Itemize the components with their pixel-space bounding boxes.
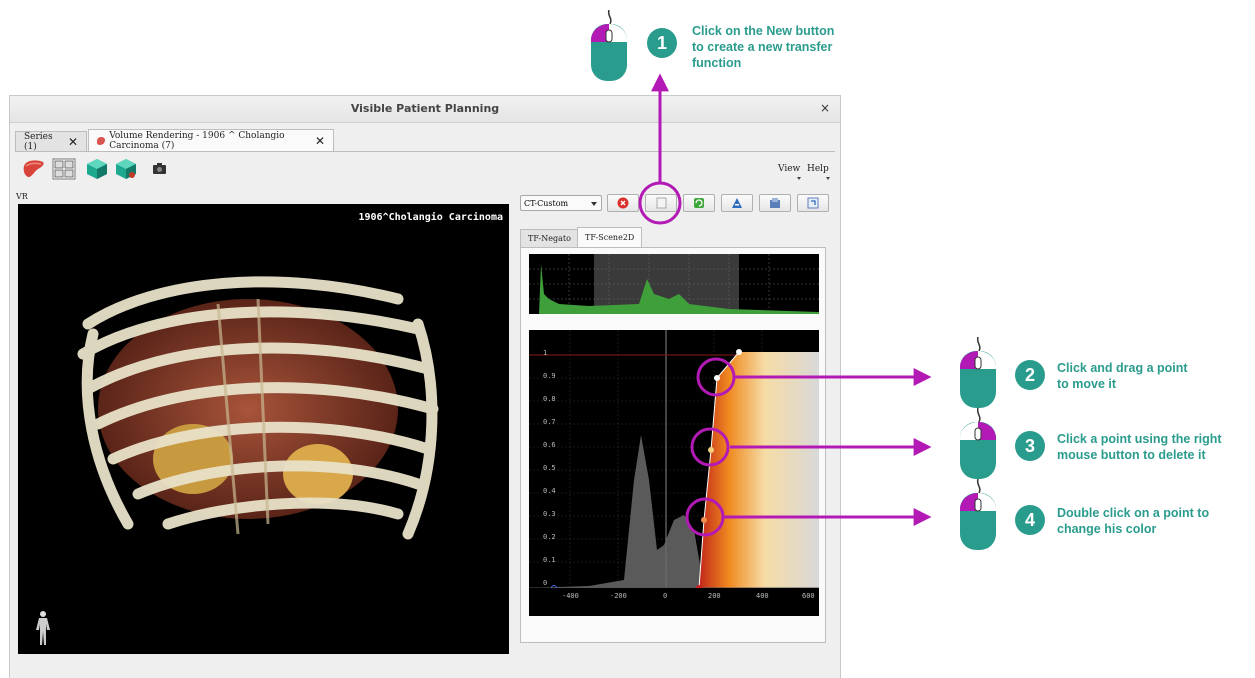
step-2-line: Click and drag a point [1057, 361, 1188, 375]
mouse-left-click-icon [960, 337, 996, 408]
tutorial-overlay [638, 73, 932, 537]
mouse-left-click-icon [591, 10, 627, 81]
step-2-line: to move it [1057, 377, 1117, 391]
step-3-badge: 3 [1015, 431, 1045, 461]
mouse-left-click-icon [960, 479, 996, 550]
step-2-instruction: Click and drag a point to move it [1057, 360, 1188, 392]
mouse-right-click-icon [960, 408, 996, 479]
step-1-badge: 1 [647, 28, 677, 58]
step-2-badge: 2 [1015, 360, 1045, 390]
step-3-line: mouse button to delete it [1057, 448, 1206, 462]
step-4-instruction: Double click on a point to change his co… [1057, 505, 1209, 537]
step-1-line: Click on the New button [692, 24, 835, 38]
step-4-line: change his color [1057, 522, 1157, 536]
step-1-line: to create a new transfer [692, 40, 833, 54]
step-3-line: Click a point using the right [1057, 432, 1222, 446]
step-4-badge: 4 [1015, 505, 1045, 535]
step-1-line: function [692, 56, 742, 70]
step-3-instruction: Click a point using the right mouse butt… [1057, 431, 1222, 463]
step-1-instruction: Click on the New button to create a new … [692, 23, 834, 71]
step-4-line: Double click on a point to [1057, 506, 1210, 520]
